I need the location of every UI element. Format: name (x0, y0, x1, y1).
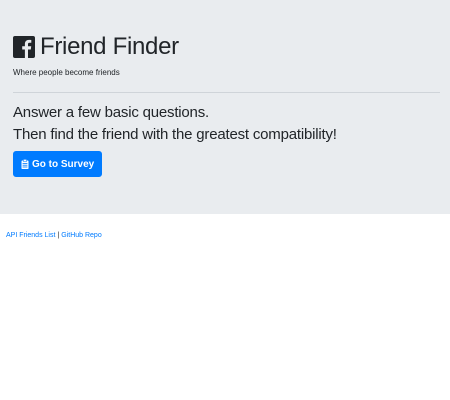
github-repo-link[interactable]: GitHub Repo (61, 232, 101, 239)
intro-line-1: Answer a few basic questions. (13, 104, 209, 121)
intro-line-2: Then find the friend with the greatest c… (13, 126, 337, 143)
facebook-square-icon (13, 36, 35, 58)
api-friends-list-link[interactable]: API Friends List (6, 232, 55, 239)
go-to-survey-button[interactable]: Go to Survey (13, 151, 103, 177)
page-title: Friend Finder (40, 33, 179, 60)
app-header: Friend Finder (13, 33, 179, 61)
clipboard-icon (21, 159, 29, 169)
tagline: Where people become friends (13, 68, 120, 77)
go-to-survey-label: Go to Survey (32, 158, 95, 170)
jumbotron: Friend Finder Where people become friend… (0, 0, 450, 214)
footer: API Friends List | GitHub Repo (6, 232, 102, 239)
divider (13, 92, 440, 93)
footer-separator: | (57, 232, 60, 239)
